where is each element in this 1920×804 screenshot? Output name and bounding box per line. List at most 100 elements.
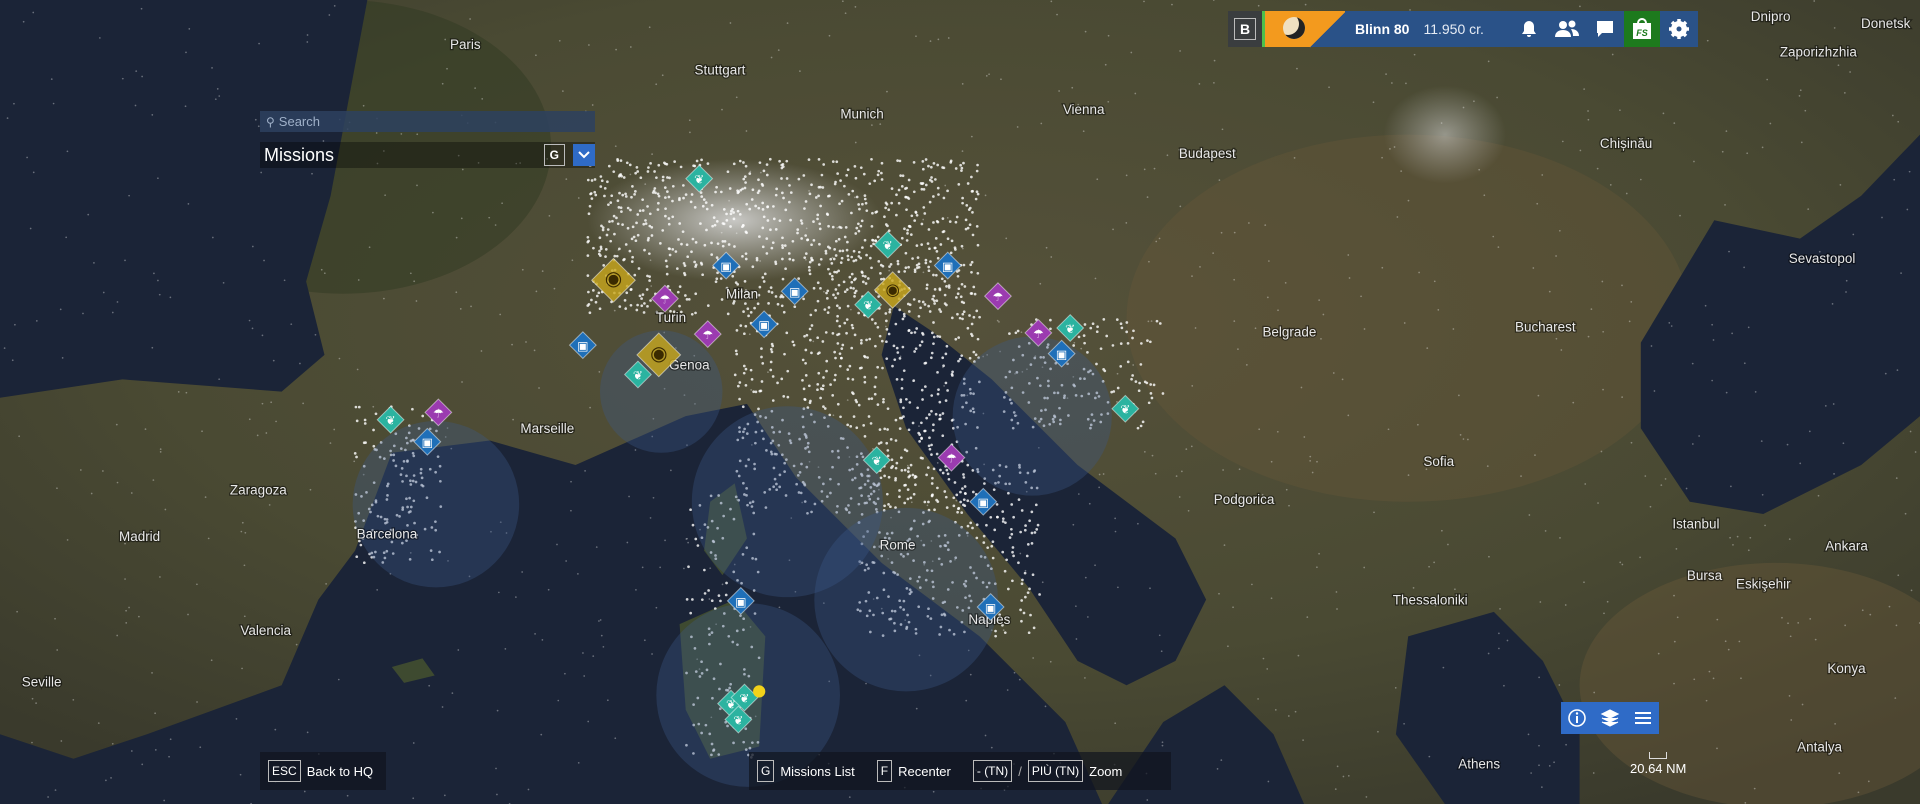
chevron-down-icon	[578, 151, 590, 159]
scale-label: 20.64 NM	[1630, 761, 1687, 776]
search-placeholder: Search	[278, 114, 320, 129]
parachute-icon: ☂	[993, 290, 1004, 304]
crop-icon: ❦	[872, 454, 882, 468]
cargo-icon: ▣	[577, 339, 588, 353]
city-label: Zaragoza	[230, 482, 287, 497]
layers-icon[interactable]	[1600, 708, 1620, 728]
list-icon[interactable]	[1633, 708, 1653, 728]
city-label: Munich	[840, 107, 883, 122]
cargo-icon: ▣	[978, 496, 989, 510]
cargo-icon: ▣	[985, 601, 996, 615]
city-label: Athens	[1458, 757, 1500, 772]
zoom-out-key[interactable]: - (TN)	[972, 760, 1013, 782]
city-label: Bursa	[1687, 568, 1723, 583]
search-input[interactable]: ⚲ Search	[260, 111, 595, 132]
crop-icon: ❦	[633, 368, 643, 382]
back-to-hq-button[interactable]: ESC Back to HQ	[260, 752, 386, 790]
crop-icon: ❦	[733, 713, 743, 727]
city-label: Chișinău	[1600, 136, 1652, 151]
zoom-label: Zoom	[1089, 763, 1123, 779]
city-label: Dnipro	[1751, 9, 1791, 24]
friends-icon[interactable]	[1548, 11, 1586, 47]
fs-shop-icon[interactable]: FS	[1623, 11, 1660, 47]
parachute-icon: ☂	[659, 292, 670, 306]
avatar	[1265, 11, 1345, 47]
key-hint: B	[1233, 18, 1257, 40]
cargo-icon: ▣	[422, 436, 433, 450]
key-hint[interactable]: G	[757, 760, 775, 782]
city-label: Eskişehir	[1736, 577, 1791, 592]
key-hint: ESC	[268, 760, 301, 782]
bell-icon[interactable]	[1510, 11, 1548, 47]
crop-icon: ❦	[694, 173, 704, 187]
profile-panel[interactable]: Blinn 80 11.950 cr. FS	[1262, 11, 1698, 47]
gear-icon[interactable]	[1660, 11, 1698, 47]
city-label: Istanbul	[1672, 517, 1719, 532]
cargo-icon: ▣	[720, 259, 731, 273]
key-hint[interactable]: F	[876, 760, 893, 782]
profile-key-button[interactable]: B	[1228, 11, 1262, 47]
svg-text:FS: FS	[1636, 28, 1648, 38]
city-label: Sevastopol	[1789, 251, 1856, 266]
separator: /	[1018, 763, 1022, 779]
scale-bar	[1649, 752, 1668, 759]
missions-panel-header: Missions G	[260, 142, 595, 168]
parachute-icon: ☂	[1033, 327, 1044, 341]
search-icon: ⚲	[266, 114, 275, 129]
map-controls	[1561, 702, 1659, 734]
back-label: Back to HQ	[306, 763, 374, 779]
crop-icon: ❦	[739, 691, 749, 705]
cargo-icon: ▣	[789, 285, 800, 299]
credits: 11.950 cr.	[1423, 21, 1484, 37]
info-icon[interactable]	[1567, 708, 1587, 728]
footer-controls: G Missions List F Recenter - (TN) / PIÙ …	[749, 752, 1171, 790]
missions-title: Missions	[264, 144, 335, 165]
top-bar: B Blinn 80 11.950 cr. FS	[1228, 11, 1698, 47]
missions-dropdown-button[interactable]	[573, 144, 595, 166]
city-label: Zaporizhzhia	[1780, 44, 1858, 59]
cargo-icon: ▣	[1056, 348, 1067, 362]
chat-icon[interactable]	[1586, 11, 1624, 47]
photo-icon: ◉	[605, 268, 622, 290]
photo-icon: ◉	[885, 280, 899, 299]
city-label: Podgorica	[1214, 492, 1275, 507]
player-location-marker[interactable]	[753, 685, 766, 698]
city-label: Antalya	[1797, 739, 1842, 754]
parachute-icon: ☂	[702, 328, 713, 342]
city-label: Sofia	[1423, 454, 1454, 469]
city-label: Marseille	[520, 421, 574, 436]
cargo-icon: ▣	[735, 595, 746, 609]
city-label: Belgrade	[1262, 325, 1316, 340]
city-label: Valencia	[240, 623, 291, 638]
city-label: Turin	[656, 310, 686, 325]
recenter-button[interactable]: Recenter	[898, 764, 951, 779]
missions-list-button[interactable]: Missions List	[780, 764, 854, 779]
city-label: Konya	[1827, 661, 1866, 676]
cargo-icon: ▣	[758, 318, 769, 332]
city-label: Stuttgart	[695, 63, 746, 78]
city-label: Rome	[880, 537, 916, 552]
map-scale: 20.64 NM	[1630, 752, 1686, 776]
crop-icon: ❦	[863, 299, 873, 313]
crop-icon: ❦	[1065, 322, 1075, 336]
city-label: Vienna	[1063, 102, 1105, 117]
city-label: Madrid	[119, 529, 160, 544]
city-label: Thessaloniki	[1393, 593, 1468, 608]
city-label: Ankara	[1825, 539, 1868, 554]
crop-icon: ❦	[386, 414, 396, 428]
crop-icon: ❦	[1120, 403, 1130, 417]
city-label: Seville	[22, 675, 62, 690]
cargo-icon: ▣	[942, 259, 953, 273]
city-label: Barcelona	[357, 526, 418, 541]
city-label: Bucharest	[1515, 320, 1576, 335]
parachute-icon: ☂	[433, 406, 444, 420]
city-label: Milan	[726, 287, 758, 302]
missions-key-hint: G	[543, 144, 565, 166]
city-label: Donetsk	[1861, 16, 1911, 31]
crop-icon: ❦	[883, 239, 893, 253]
zoom-in-key[interactable]: PIÙ (TN)	[1027, 760, 1084, 782]
parachute-icon: ☂	[946, 452, 957, 466]
city-label: Budapest	[1179, 146, 1236, 161]
city-label: Paris	[450, 37, 481, 52]
player-name: Blinn 80	[1355, 21, 1410, 37]
